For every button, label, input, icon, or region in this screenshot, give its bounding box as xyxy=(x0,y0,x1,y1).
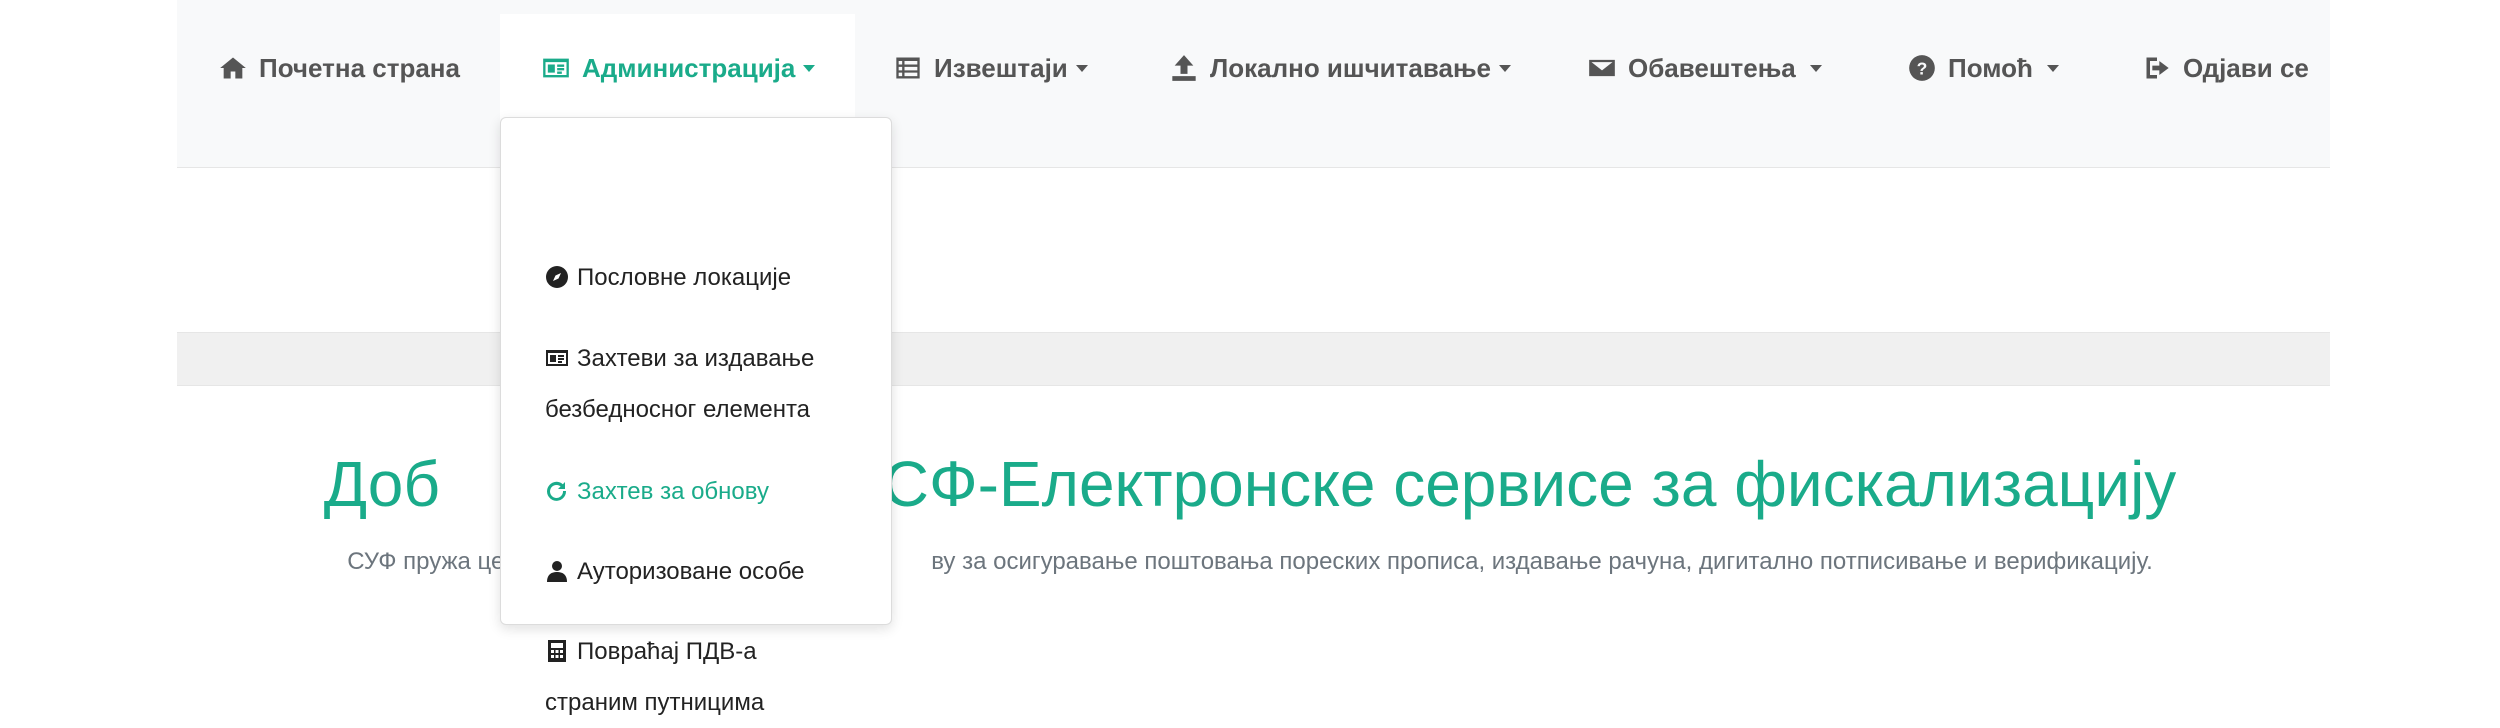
nav-home[interactable]: Почетна страна xyxy=(219,14,460,122)
menu-item-label: Повраћај ПДВ-а страним путницима xyxy=(545,638,765,716)
list-icon xyxy=(894,54,922,82)
calculator-icon xyxy=(545,639,569,663)
menu-item-label: Захтеви за издавање безбедносног елемент… xyxy=(545,345,815,423)
compass-icon xyxy=(545,265,569,289)
menu-item-label: Пословне локације xyxy=(577,264,792,291)
nav-reports[interactable]: Извештаји xyxy=(894,14,1088,122)
nav-logout[interactable]: Одјави се xyxy=(2143,14,2309,122)
menu-item-renewal-request[interactable]: Захтев за обнову xyxy=(501,466,891,517)
welcome-heading-left: Доб xyxy=(323,448,441,520)
id-card-icon xyxy=(542,54,570,82)
nav-notifications[interactable]: Обавештења xyxy=(1588,14,1822,122)
redo-icon xyxy=(545,479,569,503)
nav-reports-label: Извештаји xyxy=(934,52,1068,83)
nav-administration[interactable]: Администрација xyxy=(500,14,856,122)
nav-home-label: Почетна страна xyxy=(259,52,460,83)
envelope-icon xyxy=(1588,54,1616,82)
menu-item-vat-refund[interactable]: Повраћај ПДВ-а страним путницима xyxy=(501,626,891,728)
user-icon xyxy=(545,559,569,583)
question-circle-icon: ? xyxy=(1908,54,1936,82)
nav-notifications-label: Обавештења xyxy=(1628,52,1796,83)
administration-dropdown-menu: Пословне локације Захтеви за издавање бе… xyxy=(500,117,892,716)
chevron-down-icon xyxy=(1075,64,1088,72)
welcome-subtitle-right: ву за осигуравање поштовања пореских про… xyxy=(931,548,2153,575)
nav-administration-label: Администрација xyxy=(582,52,796,83)
chevron-down-icon xyxy=(2046,64,2059,72)
nav-help-label: Помоћ xyxy=(1948,52,2033,83)
menu-item-business-locations[interactable]: Пословне локације xyxy=(501,252,891,303)
welcome-subtitle: СУФ пружа цело ву за осигуравање поштовањ… xyxy=(0,548,2500,576)
chevron-down-icon xyxy=(1498,64,1511,72)
nav-logout-label: Одјави се xyxy=(2183,52,2309,83)
chevron-down-icon xyxy=(1809,64,1822,72)
menu-item-label: Захтев за обнову xyxy=(577,478,769,505)
welcome-heading-right: ЕСФ-Електронске сервисе за фискализацију xyxy=(840,448,2177,520)
welcome-heading: Доб ЕСФ-Електронске сервисе за фискализац… xyxy=(0,444,2500,524)
nav-local-upload[interactable]: Локално ишчитавање xyxy=(1170,14,1511,122)
svg-text:?: ? xyxy=(1917,58,1928,78)
menu-item-authorized-persons[interactable]: Ауторизоване особе xyxy=(501,546,891,597)
chevron-down-icon xyxy=(803,64,816,72)
menu-item-label: Ауторизоване особе xyxy=(577,558,805,585)
nav-help[interactable]: ? Помоћ xyxy=(1908,14,2059,122)
upload-icon xyxy=(1170,54,1198,82)
sign-out-icon xyxy=(2143,54,2171,82)
id-card-icon xyxy=(545,346,569,370)
home-icon xyxy=(219,54,247,82)
menu-item-security-element-requests[interactable]: Захтеви за издавање безбедносног елемент… xyxy=(501,333,891,435)
nav-local-upload-label: Локално ишчитавање xyxy=(1210,52,1491,83)
